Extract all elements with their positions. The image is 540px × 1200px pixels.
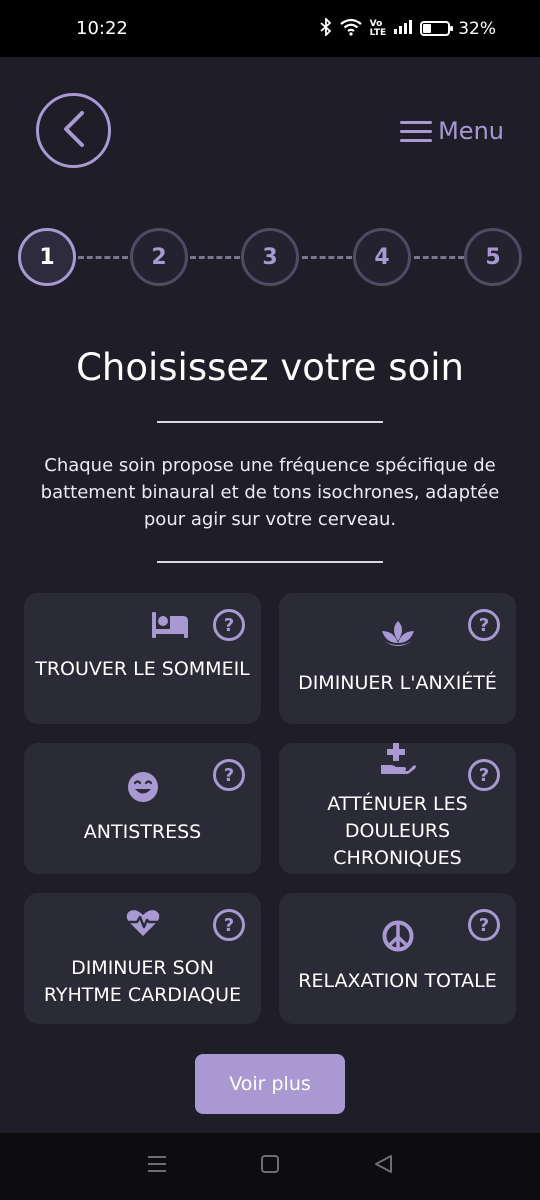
volte-icon: Vo LTE	[369, 18, 387, 38]
wifi-icon	[339, 18, 362, 40]
step-connector	[190, 256, 240, 259]
card-antistress[interactable]: ? ANTISTRESS	[24, 743, 261, 874]
help-icon[interactable]: ?	[468, 609, 500, 641]
home-icon[interactable]	[260, 1154, 280, 1180]
signal-icon	[394, 19, 413, 38]
heartbeat-icon	[126, 909, 160, 937]
card-label: ANTISTRESS	[83, 821, 202, 843]
card-label: RELAXATION TOTALE	[298, 970, 497, 992]
step-connector	[414, 256, 464, 259]
bed-icon	[151, 611, 189, 639]
card-label: DIMINUER SON RYHTME CARDIAQUE	[43, 957, 242, 1006]
card-chronic-pain[interactable]: ? ATTÉNUER LES DOULEURS CHRONIQUES	[279, 743, 516, 874]
help-icon[interactable]: ?	[468, 759, 500, 791]
chevron-left-icon	[60, 109, 88, 153]
step-3[interactable]: 3	[241, 228, 299, 286]
help-icon[interactable]: ?	[213, 609, 245, 641]
status-time: 10:22	[76, 18, 128, 39]
peace-icon	[382, 920, 414, 952]
bluetooth-icon	[320, 16, 332, 40]
step-4[interactable]: 4	[353, 228, 411, 286]
see-more-button[interactable]: Voir plus	[195, 1054, 345, 1114]
lotus-icon	[380, 619, 416, 649]
step-connector	[78, 256, 128, 259]
step-connector	[302, 256, 352, 259]
smile-icon	[127, 771, 159, 803]
card-total-relaxation[interactable]: ? RELAXATION TOTALE	[279, 893, 516, 1024]
progress-stepper: 1 2 3 4 5	[18, 228, 522, 286]
divider	[157, 421, 383, 423]
card-label: TROUVER LE SOMMEIL	[35, 658, 250, 680]
card-sleep[interactable]: ? TROUVER LE SOMMEIL	[24, 593, 261, 724]
menu-button[interactable]: Menu	[400, 113, 504, 149]
hand-medical-icon	[380, 741, 416, 775]
menu-label: Menu	[438, 117, 504, 145]
step-2[interactable]: 2	[130, 228, 188, 286]
card-heart-rate[interactable]: ? DIMINUER SON RYHTME CARDIAQUE	[24, 893, 261, 1024]
help-icon[interactable]: ?	[468, 909, 500, 941]
help-icon[interactable]: ?	[213, 759, 245, 791]
card-anxiety[interactable]: ? DIMINUER L'ANXIÉTÉ	[279, 593, 516, 724]
status-bar: 10:22 Vo LTE 32%	[0, 0, 540, 57]
page-title: Choisissez votre soin	[76, 346, 464, 389]
system-nav-bar	[0, 1133, 540, 1200]
card-label: ATTÉNUER LES DOULEURS CHRONIQUES	[327, 793, 468, 869]
battery-icon	[420, 21, 454, 36]
step-5[interactable]: 5	[464, 228, 522, 286]
battery-percent: 32%	[458, 18, 496, 39]
recents-icon[interactable]	[147, 1154, 167, 1179]
hamburger-icon	[400, 120, 433, 142]
card-label: DIMINUER L'ANXIÉTÉ	[298, 672, 497, 694]
page-description: Chaque soin propose une fréquence spécif…	[40, 455, 500, 530]
back-button[interactable]	[36, 93, 111, 168]
help-icon[interactable]: ?	[213, 909, 245, 941]
status-icons: Vo LTE 32%	[320, 16, 496, 40]
back-icon[interactable]	[373, 1154, 393, 1180]
divider	[157, 561, 383, 563]
step-1[interactable]: 1	[18, 228, 76, 286]
